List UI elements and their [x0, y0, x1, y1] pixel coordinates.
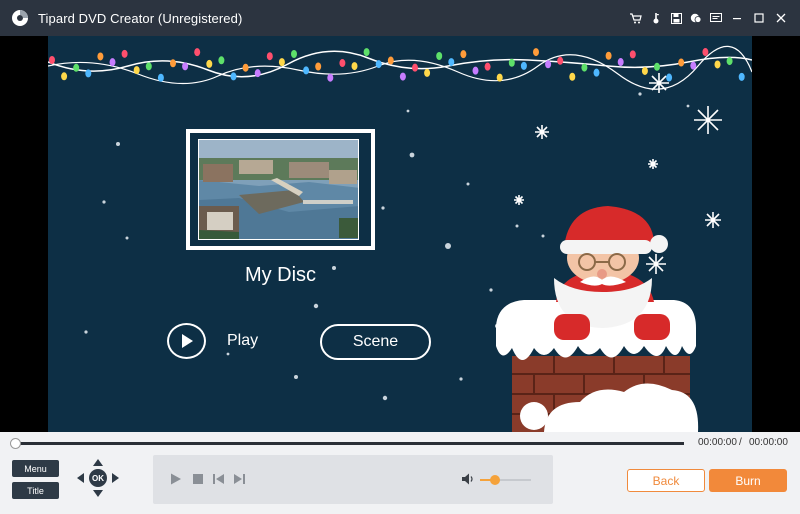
- play-icon: [181, 334, 193, 348]
- menu-play-button[interactable]: [167, 323, 206, 359]
- title-bar: Tipard DVD Creator (Unregistered): [0, 0, 800, 36]
- play-icon[interactable]: [169, 472, 183, 486]
- chat-icon[interactable]: [686, 0, 706, 36]
- right-arrow-icon[interactable]: [112, 473, 119, 483]
- disc-title[interactable]: My Disc: [186, 264, 375, 287]
- up-arrow-icon[interactable]: [93, 459, 103, 466]
- menu-scene-button[interactable]: Scene: [320, 324, 431, 360]
- time-separator: /: [739, 437, 742, 448]
- stop-icon[interactable]: [191, 472, 205, 486]
- seek-bar[interactable]: [14, 442, 684, 445]
- seek-handle[interactable]: [10, 438, 21, 449]
- control-panel: 00:00:00 / 00:00:00 Menu Title OK Back B…: [0, 432, 800, 514]
- app-logo-icon: [9, 7, 31, 29]
- menu-thumbnail-image: [198, 139, 359, 240]
- cart-icon[interactable]: [626, 0, 646, 36]
- volume-handle[interactable]: [490, 475, 501, 485]
- back-button[interactable]: Back: [627, 469, 705, 492]
- santa-chimney-illustration: [496, 206, 699, 432]
- volume-icon[interactable]: [462, 473, 476, 485]
- menu-thumbnail-frame[interactable]: [186, 129, 375, 250]
- left-arrow-icon[interactable]: [77, 473, 84, 483]
- title-button[interactable]: Title: [12, 482, 59, 499]
- menu-icon[interactable]: [706, 0, 726, 36]
- current-time: 00:00:00: [698, 437, 737, 448]
- menu-scene-label: Scene: [352, 333, 399, 350]
- navigation-dpad: OK: [76, 456, 120, 500]
- menu-button[interactable]: Menu: [12, 460, 59, 477]
- save-icon[interactable]: [666, 0, 686, 36]
- menu-play-label[interactable]: Play: [227, 332, 258, 350]
- app-title: Tipard DVD Creator (Unregistered): [38, 10, 243, 26]
- close-icon[interactable]: [770, 0, 792, 36]
- previous-icon[interactable]: [211, 472, 225, 486]
- ok-button[interactable]: OK: [89, 469, 107, 487]
- down-arrow-icon[interactable]: [93, 490, 103, 497]
- total-time: 00:00:00: [749, 437, 788, 448]
- volume-slider[interactable]: [480, 479, 531, 481]
- preview-stage: My Disc Play Scene: [0, 36, 800, 432]
- dvd-menu-canvas: My Disc Play Scene: [48, 36, 752, 432]
- burn-button[interactable]: Burn: [709, 469, 787, 492]
- key-icon[interactable]: [646, 0, 666, 36]
- maximize-icon[interactable]: [748, 0, 770, 36]
- next-icon[interactable]: [232, 472, 246, 486]
- minimize-icon[interactable]: [726, 0, 748, 36]
- playback-controls: [153, 455, 553, 504]
